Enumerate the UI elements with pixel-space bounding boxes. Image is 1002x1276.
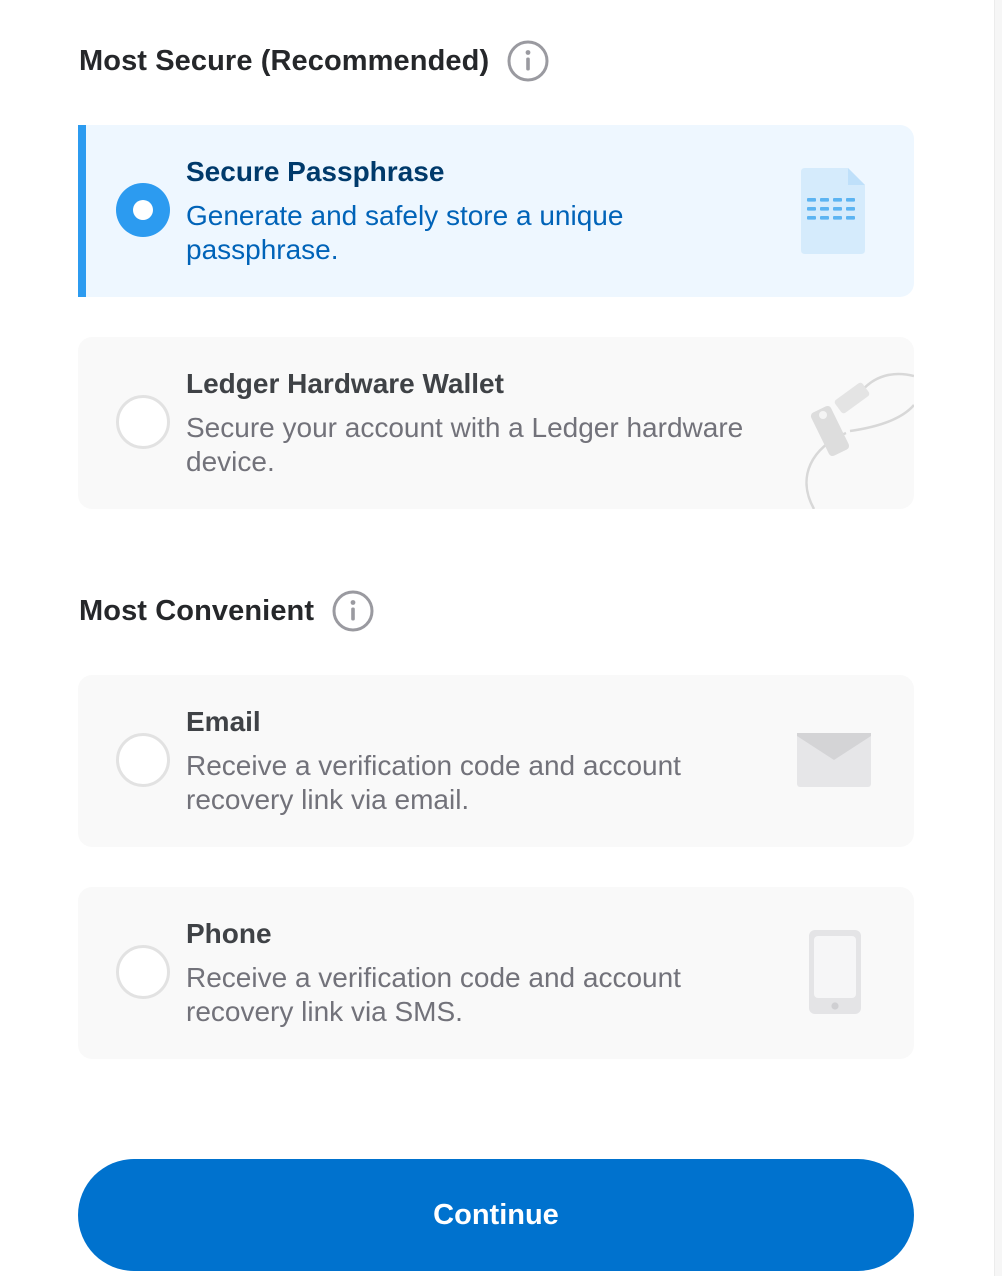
ledger-device-icon: [805, 372, 914, 509]
option-title: Ledger Hardware Wallet: [186, 368, 504, 399]
option-title: Secure Passphrase: [186, 156, 445, 187]
section-heading-text: Most Secure (Recommended): [79, 44, 490, 77]
radio-button[interactable]: [116, 733, 170, 787]
radio-button-selected[interactable]: [116, 183, 170, 237]
option-description: Generate and safely store a unique passp…: [186, 200, 624, 265]
option-title: Email: [186, 706, 261, 737]
section-heading-most-secure: Most Secure (Recommended): [79, 40, 549, 82]
radio-button[interactable]: [116, 395, 170, 449]
info-circle-icon[interactable]: [507, 40, 549, 82]
section-heading-text: Most Convenient: [79, 594, 315, 627]
mobile-phone-icon: [809, 930, 861, 1014]
option-email[interactable]: Email Receive a verification code and ac…: [78, 675, 914, 847]
option-description: Receive a verification code and account …: [186, 962, 681, 1027]
continue-button[interactable]: Continue: [78, 1159, 914, 1271]
option-secure-passphrase[interactable]: Secure Passphrase Generate and safely st…: [78, 125, 914, 297]
passphrase-document-icon: [801, 168, 865, 254]
option-description: Receive a verification code and account …: [186, 750, 681, 815]
scrollbar-track[interactable]: [994, 0, 1002, 1276]
option-ledger-hardware-wallet[interactable]: Ledger Hardware Wallet Secure your accou…: [78, 337, 914, 509]
option-phone[interactable]: Phone Receive a verification code and ac…: [78, 887, 914, 1059]
envelope-icon: [797, 733, 871, 787]
section-heading-most-convenient: Most Convenient: [79, 590, 374, 632]
info-circle-icon[interactable]: [332, 590, 374, 632]
radio-button[interactable]: [116, 945, 170, 999]
option-description: Secure your account with a Ledger hardwa…: [186, 412, 744, 477]
option-title: Phone: [186, 918, 272, 949]
